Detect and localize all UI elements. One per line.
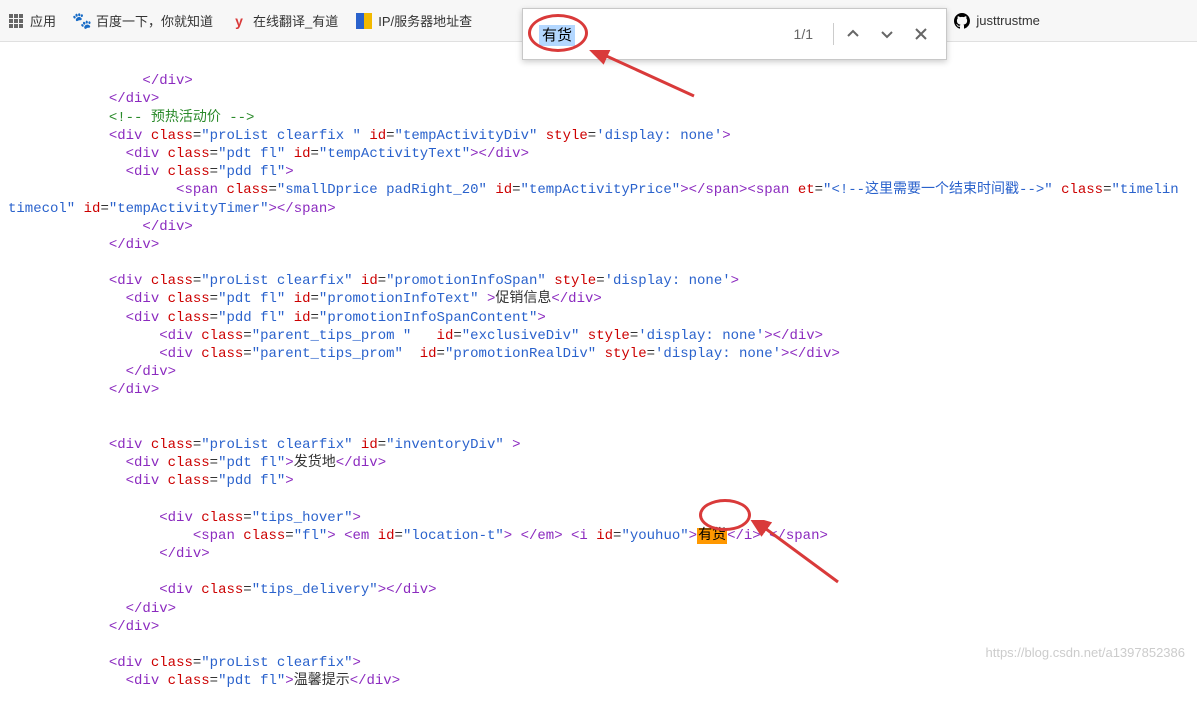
find-input[interactable]: 有货 (539, 24, 784, 45)
divider (833, 23, 834, 45)
ip-icon (356, 13, 372, 29)
paw-icon: 🐾 (74, 13, 90, 29)
code-line: </div> (8, 546, 210, 562)
code-line: </div> (8, 601, 176, 617)
bookmark-label: 百度一下，你就知道 (96, 11, 213, 30)
code-line: </div> (8, 364, 176, 380)
code-line: </div> (8, 219, 193, 235)
bookmark-label: 在线翻译_有道 (253, 11, 338, 30)
github-icon (954, 13, 970, 29)
page-source[interactable]: </div> </div> <!-- 预热活动价 --> <div class=… (0, 42, 1197, 703)
code-line: </div> (8, 91, 159, 107)
code-line: </div> (8, 382, 159, 398)
chevron-up-icon (846, 27, 860, 41)
bookmark-label: IP/服务器地址查 (378, 11, 472, 30)
find-previous-button[interactable] (836, 17, 870, 51)
code-line: </div> (8, 237, 159, 253)
find-counter: 1/1 (794, 26, 813, 42)
bookmark-label: justtrustme (976, 13, 1040, 28)
code-line: </div> (8, 619, 159, 635)
search-match: 有货 (697, 528, 727, 544)
watermark: https://blog.csdn.net/a1397852386 (986, 645, 1186, 660)
find-next-button[interactable] (870, 17, 904, 51)
code-line: </div> (8, 73, 193, 89)
chevron-down-icon (880, 27, 894, 41)
bookmark-github[interactable]: justtrustme (954, 13, 1040, 29)
apps-grid-icon (8, 13, 24, 29)
bookmark-ip[interactable]: IP/服务器地址查 (356, 11, 472, 30)
y-icon: y (231, 13, 247, 29)
find-in-page-bar: 有货 1/1 (522, 8, 947, 60)
apps-button[interactable]: 应用 (8, 11, 56, 30)
find-query-text: 有货 (539, 25, 575, 46)
html-comment: <!-- 预热活动价 --> (109, 110, 255, 126)
bookmark-baidu[interactable]: 🐾 百度一下，你就知道 (74, 11, 213, 30)
close-icon (914, 27, 928, 41)
find-close-button[interactable] (904, 17, 938, 51)
bookmark-youdao[interactable]: y 在线翻译_有道 (231, 11, 338, 30)
apps-label: 应用 (30, 11, 56, 30)
